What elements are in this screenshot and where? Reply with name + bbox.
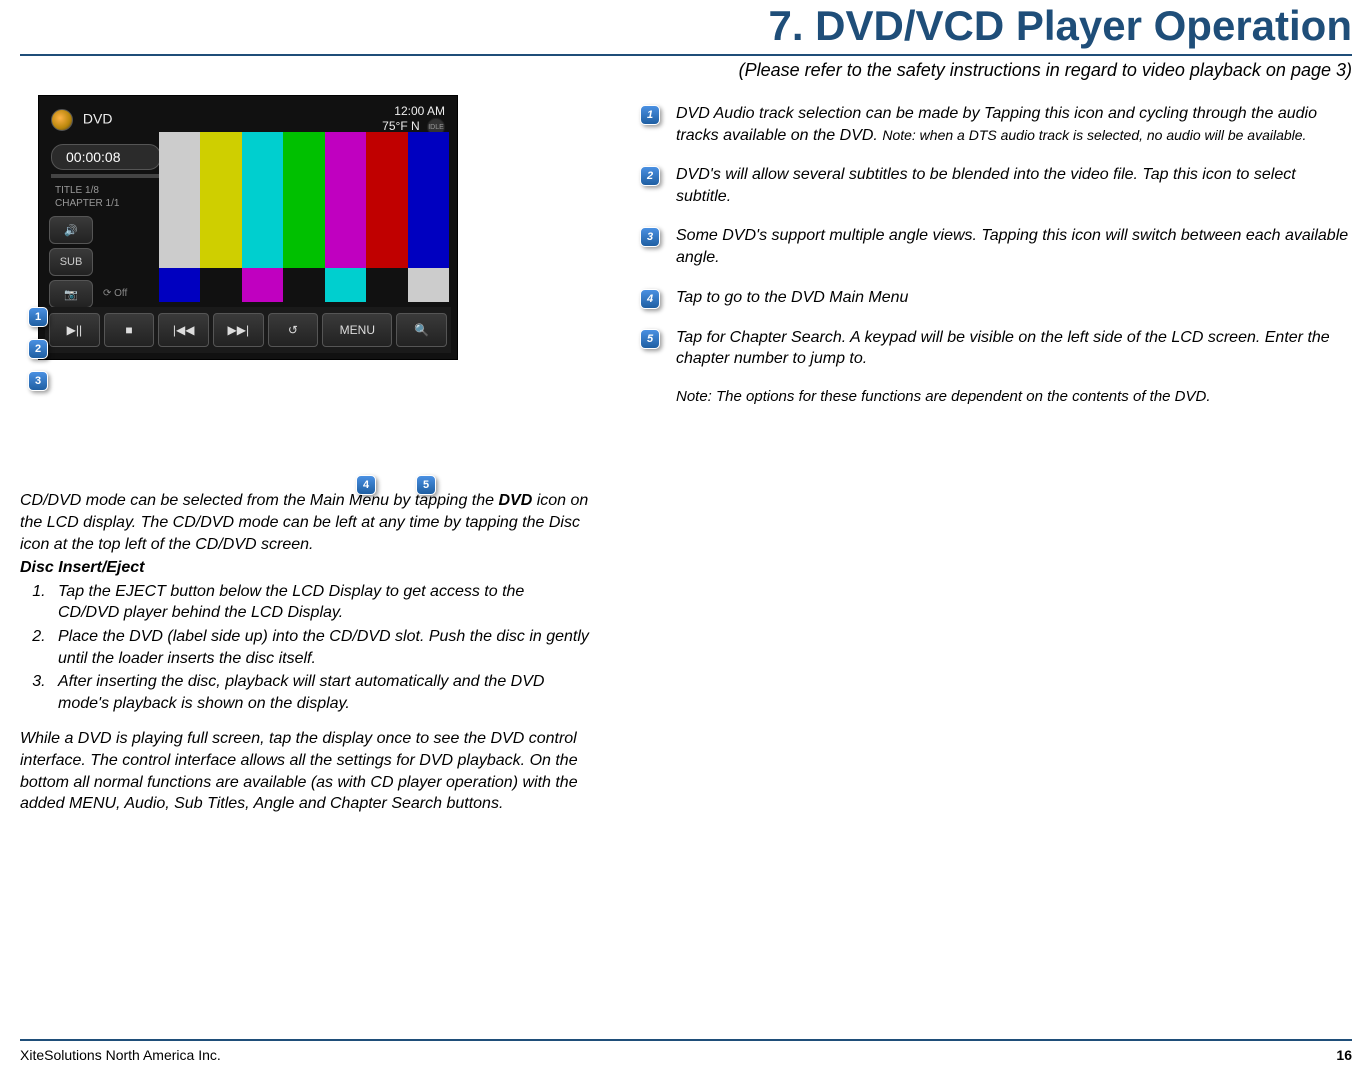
footer-company: XiteSolutions North America Inc. xyxy=(20,1047,221,1063)
desc-4: Tap to go to the DVD Main Menu xyxy=(676,287,1352,309)
desc-note: Note: The options for these functions ar… xyxy=(676,388,1352,405)
callout-1: 1 xyxy=(28,307,48,327)
desc-3: Some DVD's support multiple angle views.… xyxy=(676,225,1352,268)
callout-2: 2 xyxy=(28,339,48,359)
desc-callout-1: 1 xyxy=(640,105,660,125)
prev-button[interactable]: |◀◀ xyxy=(158,313,209,347)
desc-1-note: Note: when a DTS audio track is selected… xyxy=(882,127,1306,143)
dvd-screenshot: DVD 12:00 AM 75°F N IDLE 00:00:08 TITLE … xyxy=(38,95,458,360)
subtitle-button[interactable]: SUB xyxy=(49,248,93,276)
disc-icon xyxy=(51,109,73,131)
desc-2: DVD's will allow several subtitles to be… xyxy=(676,164,1352,207)
desc-callout-3: 3 xyxy=(640,227,660,247)
step-3: After inserting the disc, playback will … xyxy=(50,671,590,714)
intro-paragraph: CD/DVD mode can be selected from the Mai… xyxy=(20,490,590,555)
page-title: 7. DVD/VCD Player Operation xyxy=(0,0,1352,50)
playback-timer: 00:00:08 xyxy=(51,144,161,170)
menu-button[interactable]: MENU xyxy=(322,313,392,347)
audio-track-button[interactable]: 🔊 xyxy=(49,216,93,244)
stop-button[interactable]: ■ xyxy=(104,313,155,347)
repeat-button[interactable]: ↺ xyxy=(268,313,319,347)
play-pause-button[interactable]: ▶|| xyxy=(49,313,100,347)
desc-callout-5: 5 xyxy=(640,329,660,349)
fullscreen-paragraph: While a DVD is playing full screen, tap … xyxy=(20,728,590,814)
clock: 12:00 AM xyxy=(382,104,445,118)
desc-callout-4: 4 xyxy=(640,289,660,309)
desc-callout-2: 2 xyxy=(640,166,660,186)
desc-5: Tap for Chapter Search. A keypad will be… xyxy=(676,327,1352,370)
mode-label: DVD xyxy=(83,111,113,127)
subtitle-text: Please refer to the safety instructions … xyxy=(745,60,1352,80)
step-1: Tap the EJECT button below the LCD Displ… xyxy=(50,581,590,624)
intro-bold: DVD xyxy=(498,492,532,509)
desc-1: DVD Audio track selection can be made by… xyxy=(676,103,1352,146)
step-2: Place the DVD (label side up) into the C… xyxy=(50,626,590,669)
next-button[interactable]: ▶▶| xyxy=(213,313,264,347)
page-number: 16 xyxy=(1336,1047,1352,1063)
subtitle: (Please refer to the safety instructions… xyxy=(0,60,1372,81)
header-rule xyxy=(20,54,1352,56)
footer-rule xyxy=(20,1039,1352,1041)
callout-4: 4 xyxy=(356,475,376,495)
search-button[interactable]: 🔍 xyxy=(396,313,447,347)
color-bars xyxy=(159,132,449,302)
callout-3: 3 xyxy=(28,371,48,391)
angle-button[interactable]: 📷 xyxy=(49,280,93,308)
disc-heading: Disc Insert/Eject xyxy=(20,557,590,579)
callout-5: 5 xyxy=(416,475,436,495)
